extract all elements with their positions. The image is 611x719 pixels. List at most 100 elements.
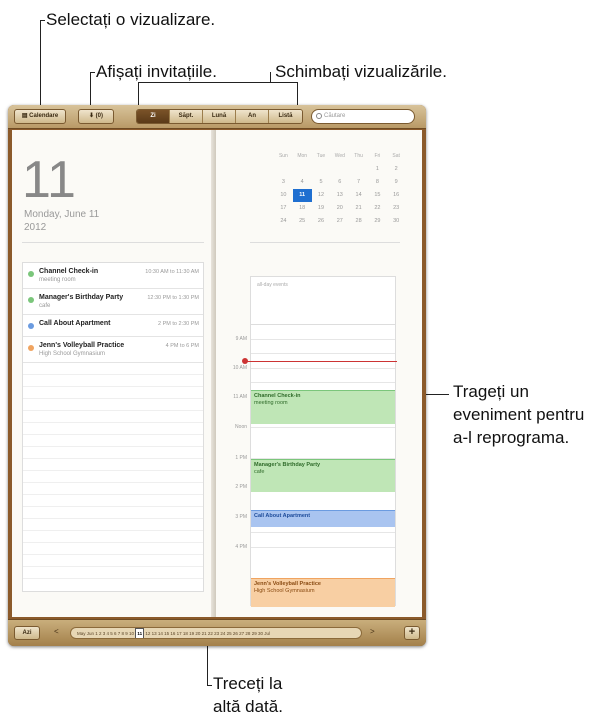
empty-row <box>23 447 203 459</box>
divider <box>250 242 400 243</box>
callout-select-view: Selectați o vizualizare. <box>46 10 216 29</box>
day-cell[interactable]: 16 <box>387 189 406 202</box>
chevron-right-icon[interactable]: > <box>370 627 375 636</box>
date-timeline[interactable]: May Jun 1 2 3 4 5 6 7 8 9 10 11 12 13 14… <box>70 627 362 639</box>
today-button[interactable]: Azi <box>14 626 40 640</box>
event-block-title: Manager's Birthday Party <box>254 462 321 468</box>
tab-month[interactable]: Lună <box>203 110 236 123</box>
event-block[interactable]: Manager's Birthday Party cafe <box>251 459 395 492</box>
selected-day-cell[interactable]: 11 <box>292 189 312 202</box>
day-cell[interactable]: 24 <box>274 215 293 228</box>
list-item[interactable]: Manager's Birthday Party cafe 12:30 PM t… <box>23 289 203 315</box>
day-cell[interactable]: 9 <box>387 176 406 189</box>
event-block[interactable]: Channel Check-in meeting room <box>251 390 395 424</box>
left-page: 11 Monday, June 11 2012 Channel Check-in… <box>12 130 215 617</box>
day-cell[interactable]: 7 <box>349 176 368 189</box>
day-cell[interactable]: 20 <box>330 202 349 215</box>
inbox-icon: ⬇ <box>88 113 96 119</box>
list-item[interactable]: Call About Apartment 2 PM to 2:30 PM <box>23 315 203 337</box>
event-location: meeting room <box>39 277 76 283</box>
day-cell[interactable] <box>349 163 368 176</box>
day-cell[interactable]: 4 <box>293 176 312 189</box>
event-title: Call About Apartment <box>39 320 111 327</box>
day-cell[interactable]: 15 <box>368 189 387 202</box>
chevron-left-icon[interactable]: < <box>54 627 59 636</box>
half-hour-line <box>251 353 395 354</box>
tab-day[interactable]: Zi <box>137 110 170 123</box>
day-cell[interactable]: 12 <box>312 189 331 202</box>
day-cell[interactable]: 25 <box>293 215 312 228</box>
event-color-dot <box>28 323 34 329</box>
search-input[interactable]: Căutare <box>311 109 415 124</box>
day-cell[interactable]: 2 <box>387 163 406 176</box>
bottom-toolbar: Azi < May Jun 1 2 3 4 5 6 7 8 9 10 11 12… <box>8 619 426 646</box>
tab-week[interactable]: Săpt. <box>170 110 203 123</box>
mini-calendar-header: Sun Mon Tue Wed Thu Fri Sat <box>274 150 406 163</box>
event-time: 12:30 PM to 1:30 PM <box>147 295 199 301</box>
event-color-dot <box>28 297 34 303</box>
day-cell[interactable]: 22 <box>368 202 387 215</box>
tab-list[interactable]: Listă <box>269 110 302 123</box>
day-cell[interactable]: 28 <box>349 215 368 228</box>
callout-line-select-view <box>40 20 41 109</box>
day-cell[interactable]: 30 <box>387 215 406 228</box>
day-cell[interactable]: 19 <box>312 202 331 215</box>
event-color-dot <box>28 271 34 277</box>
empty-row <box>23 375 203 387</box>
empty-row <box>23 495 203 507</box>
weekday-header: Wed <box>334 153 345 159</box>
day-cell[interactable]: 10 <box>274 189 293 202</box>
day-cell[interactable]: 23 <box>387 202 406 215</box>
day-timeline: all-day events 9 AM 10 AM 11 AM Noon 1 P… <box>233 276 397 607</box>
day-cell[interactable] <box>274 163 293 176</box>
callout-drag-event-2: eveniment pentru <box>453 405 585 424</box>
empty-row <box>23 483 203 495</box>
callout-goto-date-1: Treceți la <box>213 674 283 693</box>
day-cell[interactable]: 13 <box>330 189 349 202</box>
current-time-dot <box>242 358 248 364</box>
day-number: 11 <box>22 151 76 209</box>
event-block-location: meeting room <box>254 400 288 406</box>
event-location: cafe <box>39 303 51 309</box>
mini-calendar: Sun Mon Tue Wed Thu Fri Sat 1 2 3 4 5 6 … <box>274 150 406 228</box>
event-block[interactable]: Call About Apartment <box>251 510 395 527</box>
hour-label: 1 PM <box>235 455 247 461</box>
day-cell[interactable]: 26 <box>312 215 331 228</box>
weekday-header: Mon <box>297 153 308 159</box>
event-block[interactable]: Jenn's Volleyball Practice High School G… <box>251 578 395 607</box>
day-cell[interactable] <box>293 163 312 176</box>
callout-tick-goto-date <box>207 685 212 686</box>
day-cell[interactable]: 1 <box>368 163 387 176</box>
day-cell[interactable]: 3 <box>274 176 293 189</box>
day-cell[interactable]: 5 <box>312 176 331 189</box>
invitations-button[interactable]: ⬇ (0) <box>78 109 114 124</box>
day-cell[interactable] <box>312 163 331 176</box>
mini-calendar-week: 1 2 <box>274 163 406 176</box>
day-cell[interactable]: 6 <box>330 176 349 189</box>
calendars-button[interactable]: ▤ Calendare <box>14 109 66 124</box>
day-cell[interactable]: 29 <box>368 215 387 228</box>
timeline-current-day[interactable]: 11 <box>135 628 145 638</box>
day-cell[interactable]: 17 <box>274 202 293 215</box>
event-time: 2 PM to 2:30 PM <box>158 321 199 327</box>
event-block-location: High School Gymnasium <box>254 588 315 594</box>
day-cell[interactable]: 14 <box>349 189 368 202</box>
timeline-dates-before: May Jun 1 2 3 4 5 6 7 8 9 10 <box>77 631 135 636</box>
tab-year[interactable]: An <box>236 110 269 123</box>
all-day-events-area[interactable]: all-day events <box>251 277 395 325</box>
day-cell[interactable]: 21 <box>349 202 368 215</box>
hour-label: 10 AM <box>232 365 247 371</box>
timeline-dates-after: 12 13 14 15 16 17 18 19 20 21 22 23 24 2… <box>145 631 270 636</box>
event-list: Channel Check-in meeting room 10:30 AM t… <box>22 262 204 592</box>
list-item[interactable]: Jenn's Volleyball Practice High School G… <box>23 337 203 363</box>
day-cell[interactable] <box>330 163 349 176</box>
event-time: 4 PM to 6 PM <box>165 343 199 349</box>
day-cell[interactable]: 18 <box>293 202 312 215</box>
list-item[interactable]: Channel Check-in meeting room 10:30 AM t… <box>23 263 203 289</box>
all-day-label: all-day events <box>257 282 288 288</box>
event-block-title: Channel Check-in <box>254 393 301 399</box>
add-event-button[interactable]: + <box>404 626 420 640</box>
day-cell[interactable]: 8 <box>368 176 387 189</box>
event-block-location: cafe <box>254 469 265 475</box>
day-cell[interactable]: 27 <box>330 215 349 228</box>
